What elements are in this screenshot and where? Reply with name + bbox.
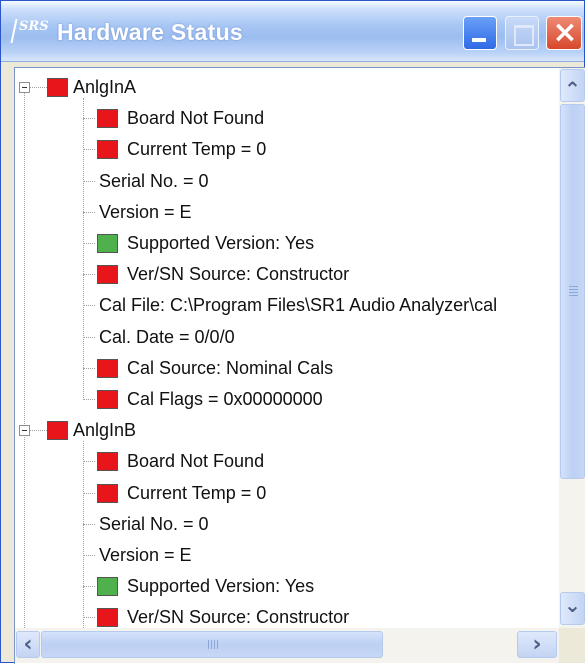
tree-item[interactable]: Cal Source: Nominal Cals — [15, 353, 559, 384]
tree-group-anlginb[interactable]: AnlgInB — [15, 415, 559, 446]
tree-connector — [83, 555, 95, 556]
tree-connector — [30, 430, 47, 432]
minimize-icon — [472, 38, 486, 42]
scroll-left-button[interactable]: ‹ — [16, 631, 40, 658]
tree-item-label: Cal Flags = 0x00000000 — [127, 389, 323, 409]
tree-item[interactable]: Supported Version: Yes — [15, 228, 559, 259]
minimize-button[interactable] — [463, 16, 497, 50]
tree-item-label: Current Temp = 0 — [127, 482, 267, 503]
tree-connector — [83, 492, 95, 494]
tree-connector — [83, 274, 95, 276]
maximize-icon — [514, 25, 534, 46]
status-indicator-icon — [97, 390, 118, 409]
tree-item[interactable]: Version = E — [15, 197, 559, 228]
tree-item[interactable]: Supported Version: Yes — [15, 571, 559, 602]
status-indicator-icon — [97, 577, 118, 597]
title-bar[interactable]: SRS Hardware Status × — [1, 1, 584, 62]
vertical-scroll-thumb[interactable] — [560, 104, 585, 479]
tree-connector — [83, 617, 95, 619]
close-icon: × — [552, 15, 578, 50]
tree-item[interactable]: Cal Flags = 0x00000000 — [15, 384, 559, 415]
status-indicator-icon — [97, 452, 118, 472]
tree-connector — [83, 367, 95, 369]
tree-item[interactable]: Ver/SN Source: Constructor — [15, 259, 559, 290]
tree-connector — [83, 305, 95, 307]
tree-item-label: Serial No. = 0 — [99, 513, 209, 534]
tree-item[interactable]: Cal. Date = 0/0/0 — [15, 322, 559, 353]
tree-item-label: Board Not Found — [127, 451, 265, 472]
tree-item-label: Serial No. = 0 — [99, 170, 209, 191]
tree-item-label: Version = E — [99, 201, 192, 222]
tree-item[interactable]: Board Not Found — [15, 103, 559, 134]
tree-group-label: AnlgInA — [73, 77, 137, 97]
tree-item-label: Current Temp = 0 — [127, 139, 267, 160]
scroll-right-button[interactable]: › — [517, 631, 557, 658]
tree-connector — [83, 211, 95, 213]
tree-item-label: Cal Source: Nominal Cals — [127, 357, 334, 378]
tree-connector — [30, 87, 47, 88]
tree-item-label: Cal. Date = 0/0/0 — [99, 326, 235, 347]
tree-item-label: Cal File: C:\Program Files\SR1 Audio Ana… — [99, 295, 498, 316]
arrow-down-icon: ⌄ — [564, 593, 581, 617]
tree-group-anlgina[interactable]: AnlgInA — [15, 72, 559, 103]
tree-item-label: Ver/SN Source: Constructor — [127, 264, 350, 285]
tree-item[interactable]: Cal File: C:\Program Files\SR1 Audio Ana… — [15, 290, 559, 321]
tree-item-label: Supported Version: Yes — [127, 233, 315, 253]
status-tree-view[interactable]: AnlgInA Board Not Found Current Temp = 0 Se… — [14, 67, 585, 664]
horizontal-scroll-thumb[interactable] — [41, 631, 383, 658]
status-indicator-icon — [97, 140, 118, 160]
status-indicator-icon — [47, 78, 68, 97]
horizontal-scrollbar[interactable]: ‹ › — [15, 628, 559, 663]
tree-connector — [83, 149, 95, 151]
tree-item-label: Ver/SN Source: Constructor — [127, 607, 350, 628]
status-indicator-icon — [97, 109, 118, 129]
status-indicator-icon — [97, 234, 118, 253]
status-indicator-icon — [97, 483, 118, 503]
maximize-button[interactable] — [505, 16, 539, 50]
tree-item[interactable]: Serial No. = 0 — [15, 166, 559, 197]
arrow-left-icon: ‹ — [23, 632, 33, 657]
tree-connector — [83, 118, 95, 120]
status-indicator-icon — [97, 265, 118, 285]
arrow-up-icon: ⌃ — [564, 77, 581, 101]
status-indicator-icon — [97, 608, 118, 628]
collapse-toggle-icon[interactable] — [19, 82, 30, 93]
tree-item[interactable]: Board Not Found — [15, 446, 559, 477]
tree-item[interactable]: Current Temp = 0 — [15, 134, 559, 165]
tree-connector — [83, 180, 95, 182]
tree-connector — [83, 336, 95, 338]
window-title: Hardware Status — [57, 19, 244, 45]
tree-item[interactable]: Serial No. = 0 — [15, 509, 559, 540]
tree-content: AnlgInA Board Not Found Current Temp = 0 Se… — [15, 68, 559, 628]
tree-connector — [83, 586, 95, 588]
collapse-toggle-icon[interactable] — [19, 425, 30, 437]
status-indicator-icon — [97, 358, 118, 378]
hardware-status-window: SRS Hardware Status × AnlgInA Board Not F… — [0, 0, 585, 664]
tree-item[interactable]: Version = E — [15, 540, 559, 571]
tree-connector — [83, 461, 95, 463]
close-button[interactable]: × — [546, 15, 582, 50]
arrow-right-icon: › — [532, 632, 542, 657]
tree-connector — [83, 243, 95, 244]
srs-app-icon: SRS — [10, 17, 53, 45]
scrollbar-corner — [559, 628, 585, 663]
tree-item[interactable]: Current Temp = 0 — [15, 478, 559, 509]
tree-group-label: AnlgInB — [73, 420, 137, 441]
status-indicator-icon — [47, 421, 68, 441]
tree-item-label: Supported Version: Yes — [127, 576, 315, 597]
scroll-down-button[interactable]: ⌄ — [560, 592, 585, 625]
vertical-scrollbar[interactable]: ⌃ ⌄ — [559, 68, 585, 628]
tree-item-label: Board Not Found — [127, 108, 265, 129]
tree-connector — [83, 523, 95, 525]
tree-item-label: Version = E — [99, 545, 192, 565]
scroll-up-button[interactable]: ⌃ — [560, 69, 585, 102]
tree-connector — [83, 399, 95, 400]
tree-item[interactable]: Ver/SN Source: Constructor — [15, 602, 559, 628]
